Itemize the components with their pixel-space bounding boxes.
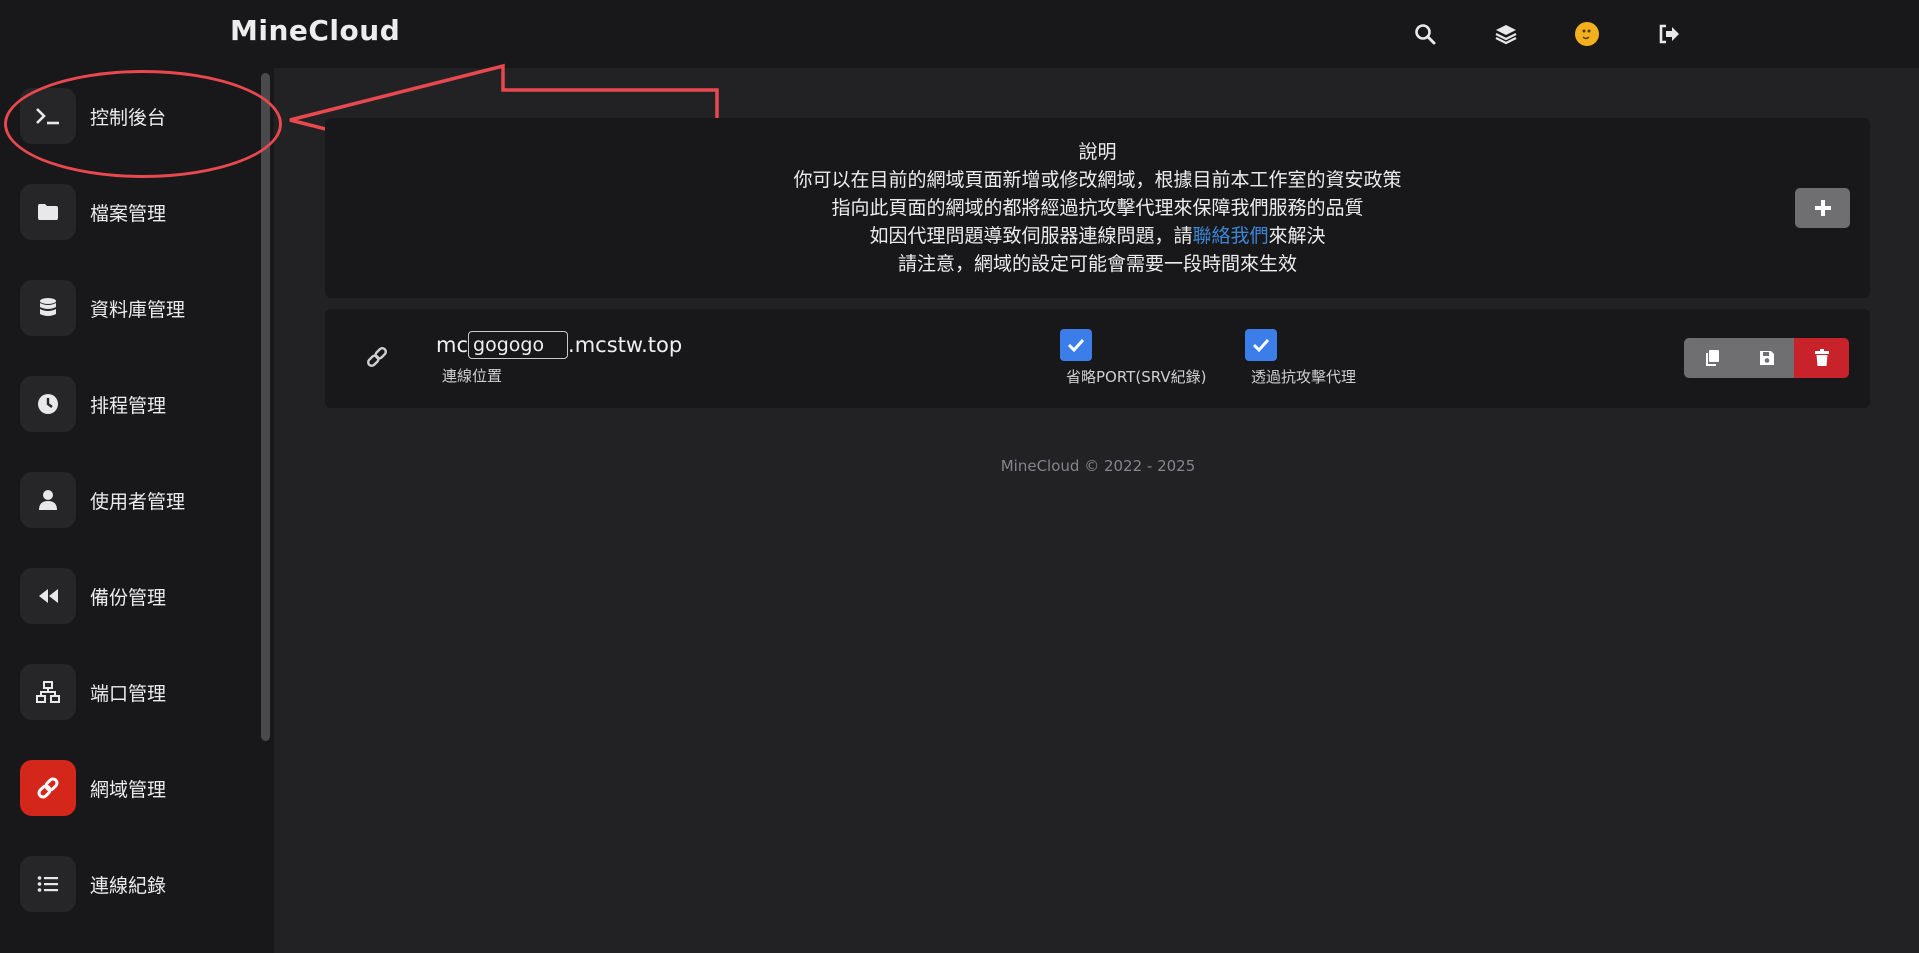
omit-port-checkbox[interactable]	[1060, 329, 1092, 361]
database-icon	[20, 280, 76, 336]
info-line: 請注意，網域的設定可能會需要一段時間來生效	[897, 253, 1297, 275]
sidebar-item-console[interactable]: 控制後台	[20, 87, 250, 145]
domain-prefix: mc	[436, 333, 469, 357]
info-line: 指向此頁面的網域的都將經過抗攻擊代理來保障我們服務的品質	[831, 197, 1364, 219]
sidebar-item-files[interactable]: 檔案管理	[20, 183, 250, 241]
layers-icon[interactable]	[1490, 18, 1522, 50]
sidebar-item-label: 端口管理	[90, 682, 167, 705]
check-icon	[1067, 338, 1085, 352]
delete-button[interactable]	[1794, 338, 1849, 378]
logout-icon[interactable]	[1653, 18, 1685, 50]
info-title: 說明	[1078, 141, 1117, 163]
sidebar-item-label: 網域管理	[90, 778, 167, 801]
sidebar-item-label: 使用者管理	[90, 490, 186, 513]
sidebar-item-label: 資料庫管理	[90, 298, 186, 321]
app-title[interactable]: MineCloud	[230, 14, 400, 47]
save-button[interactable]	[1739, 338, 1794, 378]
folder-icon	[20, 184, 76, 240]
sidebar-item-connections[interactable]: 連線紀錄	[20, 855, 250, 913]
omit-port-label: 省略PORT(SRV紀錄)	[1066, 368, 1207, 386]
sidebar-item-label: 排程管理	[90, 394, 167, 417]
user-icon	[20, 472, 76, 528]
sidebar-item-schedule[interactable]: 排程管理	[20, 375, 250, 433]
check-icon	[1252, 338, 1270, 352]
sidebar-item-label: 備份管理	[90, 586, 167, 609]
network-icon	[20, 664, 76, 720]
trash-icon	[1814, 349, 1829, 366]
search-icon[interactable]	[1409, 18, 1441, 50]
info-line-text: 來解決	[1268, 225, 1326, 247]
rewind-icon	[20, 568, 76, 624]
sidebar-item-database[interactable]: 資料庫管理	[20, 279, 250, 337]
sidebar-item-domains[interactable]: 網域管理	[20, 759, 250, 817]
subdomain-input[interactable]	[468, 331, 569, 359]
sidebar-item-backup[interactable]: 備份管理	[20, 567, 250, 625]
anti-ddos-proxy-checkbox[interactable]	[1245, 329, 1277, 361]
anti-ddos-proxy-label: 透過抗攻擊代理	[1251, 368, 1357, 386]
sidebar-scrollbar[interactable]	[261, 73, 270, 741]
footer-text: MineCloud © 2022 - 2025	[1000, 457, 1196, 475]
info-text: 說明 你可以在目前的網域頁面新增或修改網域，根據目前本工作室的資安政策 指向此頁…	[325, 138, 1870, 278]
terminal-icon	[20, 88, 76, 144]
sidebar-item-label: 連線紀錄	[90, 874, 167, 897]
link-icon	[366, 346, 388, 368]
plus-icon	[1814, 200, 1831, 216]
info-card: 說明 你可以在目前的網域頁面新增或修改網域，根據目前本工作室的資安政策 指向此頁…	[325, 118, 1870, 298]
info-line: 如因代理問題導致伺服器連線問題，請聯絡我們來解決	[325, 222, 1870, 250]
sidebar-item-label: 控制後台	[90, 106, 167, 129]
top-bar: MineCloud	[0, 0, 1919, 68]
list-icon	[20, 856, 76, 912]
avatar[interactable]	[1571, 18, 1603, 50]
contact-us-link[interactable]: 聯絡我們	[1192, 225, 1268, 247]
sidebar-item-users[interactable]: 使用者管理	[20, 471, 250, 529]
domain-suffix: .mcstw.top	[568, 333, 683, 357]
save-icon	[1759, 351, 1774, 365]
connection-location-label: 連線位置	[442, 367, 503, 385]
link-icon	[20, 760, 76, 816]
info-line-text: 如因代理問題導致伺服器連線問題，請	[869, 225, 1193, 247]
sidebar-item-label: 檔案管理	[90, 202, 167, 225]
sidebar-item-ports[interactable]: 端口管理	[20, 663, 250, 721]
copy-icon	[1705, 350, 1719, 366]
copy-button[interactable]	[1684, 338, 1739, 378]
clock-icon	[20, 376, 76, 432]
info-line: 你可以在目前的網域頁面新增或修改網域，根據目前本工作室的資安政策	[793, 169, 1402, 191]
domain-address: mc .mcstw.top	[436, 330, 682, 360]
add-domain-button[interactable]	[1795, 188, 1850, 228]
